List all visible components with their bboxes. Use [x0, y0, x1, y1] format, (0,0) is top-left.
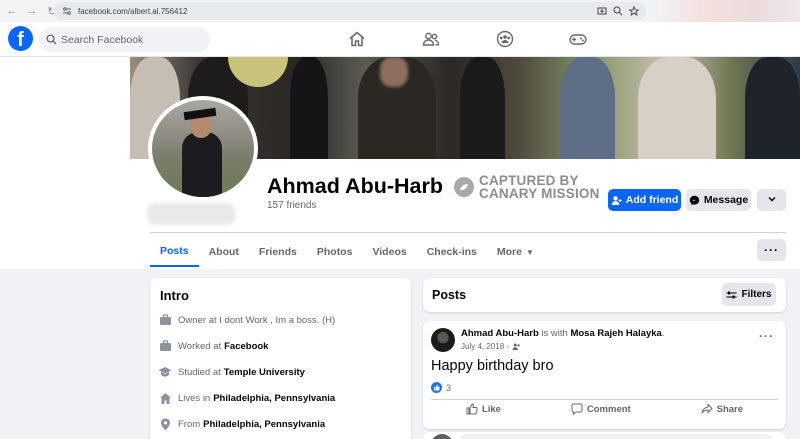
lives-link[interactable]: Philadelphia, Pennsylvania: [213, 393, 335, 404]
post-card: Ahmad Abu-Harb is with Mosa Rajeh Halayk…: [423, 321, 786, 429]
intro-item-lives: Lives in Philadelphia, Pennsylvania: [158, 391, 335, 405]
friends-icon[interactable]: [420, 28, 442, 50]
profile-divider: [150, 232, 786, 233]
watermark-line2: CANARY MISSION: [479, 186, 600, 201]
message-label: Message: [703, 194, 749, 206]
tab-friends[interactable]: Friends: [249, 237, 307, 267]
message-button[interactable]: Message: [686, 189, 751, 211]
url-text[interactable]: facebook.com/albert.al.756412: [78, 7, 187, 16]
thumbs-up-icon: [466, 403, 478, 415]
briefcase-icon: [158, 339, 172, 353]
filters-label: Filters: [741, 289, 772, 300]
search-icon: [45, 34, 57, 46]
add-person-icon: [611, 195, 622, 206]
home-icon: [158, 391, 172, 405]
profile-avatar[interactable]: [148, 96, 258, 201]
comment-avatar: [431, 434, 453, 439]
post-reactions[interactable]: 3: [431, 382, 451, 393]
intro-item-worked: Worked at Facebook: [158, 339, 268, 353]
school-link[interactable]: Temple University: [224, 367, 305, 378]
add-friend-label: Add friend: [625, 194, 679, 206]
comment-icon: [571, 403, 583, 415]
post-date[interactable]: July 4, 2018 ·: [461, 342, 509, 351]
post-options-button[interactable]: ···: [759, 329, 774, 343]
friends-count[interactable]: 157 friends: [267, 200, 316, 211]
like-reaction-icon: [431, 382, 442, 393]
intro-item-work: Owner at I dont Work , Im a boss. (H): [158, 313, 335, 327]
intro-item-from: From Philadelphia, Pennsylvania: [158, 417, 325, 431]
like-button[interactable]: Like: [466, 403, 501, 415]
from-link[interactable]: Philadelphia, Pennsylvania: [203, 419, 325, 430]
left-margin: [0, 57, 130, 269]
back-icon[interactable]: ←: [4, 3, 20, 19]
post-with-text: is with: [541, 328, 568, 339]
tab-posts[interactable]: Posts: [150, 237, 199, 267]
facebook-logo[interactable]: f: [8, 26, 33, 51]
post-author-avatar[interactable]: [431, 328, 455, 352]
forward-icon[interactable]: →: [24, 3, 40, 19]
sliders-icon: [726, 290, 737, 300]
tab-about[interactable]: About: [199, 237, 249, 267]
briefcase-icon: [158, 313, 172, 327]
messenger-icon: [689, 195, 700, 206]
tab-photos[interactable]: Photos: [307, 237, 363, 267]
post-meta: July 4, 2018 ·: [461, 342, 521, 351]
profile-name: Ahmad Abu-Harb: [267, 174, 443, 198]
bookmark-star-icon[interactable]: [628, 5, 640, 17]
profile-tabs: Posts About Friends Photos Videos Check-…: [150, 237, 544, 269]
tab-videos[interactable]: Videos: [362, 237, 416, 267]
search-box[interactable]: [39, 27, 210, 52]
add-friend-button[interactable]: Add friend: [608, 189, 681, 211]
intro-title: Intro: [160, 288, 189, 303]
address-bar[interactable]: facebook.com/albert.al.756412: [54, 2, 646, 20]
watermark: CAPTURED BY CANARY MISSION: [454, 174, 600, 200]
facebook-header: f: [0, 22, 800, 57]
graduation-cap-icon: [158, 365, 172, 379]
post-text: Happy birthday bro: [431, 358, 554, 374]
tab-more[interactable]: More ▼: [487, 237, 544, 267]
blurred-extensions: [650, 0, 800, 22]
tab-more-label: More: [496, 246, 522, 258]
comment-button[interactable]: Comment: [571, 403, 631, 415]
search-input[interactable]: [61, 33, 201, 46]
post-header: Ahmad Abu-Harb is with Mosa Rajeh Halayk…: [461, 328, 665, 339]
post-actions-divider: [431, 399, 778, 400]
share-icon: [701, 403, 713, 415]
canary-logo-icon: [454, 177, 474, 197]
browser-toolbar: ← → ↻ facebook.com/albert.al.756412: [0, 0, 800, 22]
post-author[interactable]: Ahmad Abu-Harb: [461, 328, 539, 339]
location-pin-icon: [158, 417, 172, 431]
site-info-icon[interactable]: [60, 4, 74, 18]
more-options-button[interactable]: [757, 189, 786, 211]
intro-item-studied: Studied at Temple University: [158, 365, 305, 379]
install-app-icon[interactable]: [596, 5, 608, 17]
like-count: 3: [446, 382, 452, 393]
tabs-more-options-button[interactable]: ···: [757, 239, 786, 261]
comment-input-box[interactable]: [459, 434, 774, 439]
gaming-icon[interactable]: [567, 28, 589, 50]
chevron-down-icon: [767, 191, 777, 209]
post-actions: Like Comment Share: [431, 403, 778, 415]
posts-title: Posts: [432, 288, 467, 302]
blurred-region: [147, 203, 235, 225]
filters-button[interactable]: Filters: [722, 283, 776, 306]
work-link[interactable]: Facebook: [224, 341, 268, 352]
share-button[interactable]: Share: [701, 403, 743, 415]
groups-icon[interactable]: [494, 28, 516, 50]
posts-header-card: Posts Filters: [423, 278, 786, 312]
caret-down-icon: ▼: [525, 247, 534, 257]
tab-check-ins[interactable]: Check-ins: [417, 237, 487, 267]
post-tagged-person[interactable]: Mosa Rajeh Halayka: [570, 328, 661, 339]
friends-audience-icon: [512, 342, 521, 351]
home-icon[interactable]: [346, 28, 368, 50]
next-post-card: [423, 432, 786, 439]
intro-card: Intro Owner at I dont Work , Im a boss. …: [150, 278, 411, 439]
zoom-icon[interactable]: [612, 5, 624, 17]
